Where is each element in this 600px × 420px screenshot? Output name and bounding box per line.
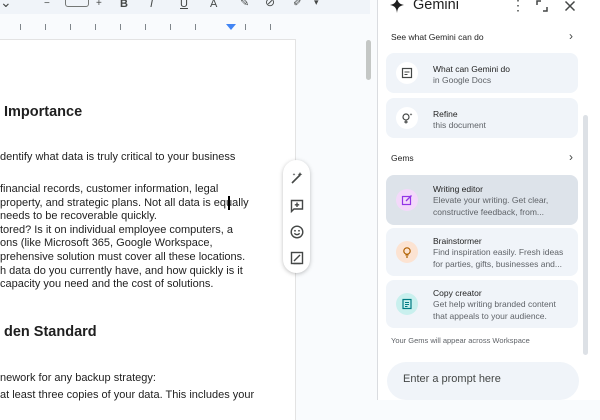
card-refine[interactable]: Refine this document (386, 98, 578, 138)
heading-golden-standard: den Standard (4, 324, 97, 340)
lightbulb-icon (396, 241, 418, 263)
writing-editor-icon (396, 189, 418, 211)
gem-description-line: for parties, gifts, businesses and... (433, 258, 562, 269)
card-description: in Google Docs (433, 75, 492, 85)
doc-line: nework for any backup strategy: (0, 372, 156, 384)
card-description: this document (433, 120, 486, 130)
panel-scrollbar[interactable] (583, 115, 588, 355)
doc-line: property, and strategic plans. Not all d… (0, 196, 249, 209)
gem-title: Brainstormer (433, 236, 482, 246)
document-scrollbar[interactable] (366, 40, 371, 80)
doc-line: needs to be recoverable quickly. (0, 210, 157, 223)
card-title: What can Gemini do (433, 64, 511, 74)
emoji-reaction-icon[interactable] (289, 224, 305, 240)
ruler (0, 14, 370, 38)
doc-line: capacity you need and the cost of soluti… (0, 278, 214, 291)
font-size-box[interactable] (65, 0, 89, 7)
gems-label[interactable]: Gems (391, 153, 414, 163)
doc-line: tored? Is it on individual employee comp… (0, 223, 233, 236)
gem-brainstormer[interactable]: Brainstormer Find inspiration easily. Fr… (386, 228, 578, 276)
edit-mode-caret-icon[interactable]: ▾ (314, 0, 319, 9)
text-color-icon[interactable]: A (210, 0, 217, 11)
magic-edit-icon[interactable] (289, 170, 305, 186)
minus-icon[interactable]: − (44, 0, 50, 11)
gemini-sparkle-icon (389, 0, 405, 19)
card-what-can-gemini-do[interactable]: What can Gemini do in Google Docs (386, 53, 578, 93)
dropdown-caret-icon[interactable]: ⌄ (0, 0, 12, 9)
doc-line: at least three copies of your data. This… (0, 389, 255, 401)
ruler-tick (120, 24, 121, 30)
ruler-tick (270, 24, 271, 30)
ruler-tick (20, 24, 21, 30)
more-options-icon[interactable]: ⋮ (511, 0, 525, 12)
gem-description-line: Elevate your writing. Get clear, (433, 195, 549, 205)
doc-line: dentify what data is truly critical to y… (0, 151, 236, 163)
gem-copy-creator[interactable]: Copy creator Get help writing branded co… (386, 280, 578, 328)
doc-line: financial records, customer information,… (0, 183, 219, 195)
gemini-panel: Gemini ⋮ See what Gemini can do › What c… (377, 0, 600, 400)
gemini-title: Gemini (413, 0, 459, 13)
chevron-right-icon[interactable]: › (569, 29, 573, 43)
gem-description-line: that appeals to your audience. (433, 310, 547, 321)
docs-toolbar: ⌄ − + B I U A ✎ ⊘ ✐ ▾ ⌃ (0, 0, 370, 14)
close-icon[interactable] (564, 0, 576, 17)
heading-importance: Importance (4, 104, 83, 120)
gem-title: Copy creator (433, 288, 482, 298)
doc-line: prehensive solution must cover all these… (0, 251, 246, 263)
document-page[interactable]: Importance dentify what data is truly cr… (0, 40, 295, 420)
add-comment-icon[interactable] (289, 198, 305, 214)
right-indent-marker[interactable] (226, 24, 236, 30)
text-cursor (228, 196, 230, 210)
insert-link-icon[interactable]: ⊘ (265, 0, 275, 9)
card-title: Refine (433, 109, 458, 119)
chevron-right-icon[interactable]: › (569, 150, 573, 164)
ruler-tick (245, 24, 246, 30)
doc-line: ons (like Microsoft 365, Google Workspac… (0, 237, 213, 250)
ruler-tick (145, 24, 146, 30)
expand-icon[interactable] (536, 0, 548, 17)
floating-action-bar (283, 160, 310, 273)
ruler-tick (45, 24, 46, 30)
prompt-box[interactable] (387, 362, 579, 400)
gem-description-line: Find inspiration easily. Fresh ideas (433, 247, 564, 257)
bold-icon[interactable]: B (120, 0, 128, 11)
gem-writing-editor[interactable]: Writing editor Elevate your writing. Get… (386, 175, 578, 225)
ruler-tick (195, 24, 196, 30)
refine-wand-icon (396, 107, 418, 129)
underline-icon[interactable]: U (180, 0, 188, 11)
ruler-tick (95, 24, 96, 30)
gems-footer-note: Your Gems will appear across Workspace (391, 336, 530, 345)
ruler-tick (70, 24, 71, 30)
highlight-icon[interactable]: ✎ (240, 0, 249, 10)
plus-icon[interactable]: + (96, 0, 102, 11)
gem-title: Writing editor (433, 184, 483, 194)
gemini-header: Gemini ⋮ (378, 0, 600, 24)
prompt-input[interactable] (401, 372, 565, 386)
italic-icon[interactable]: I (150, 0, 153, 11)
see-what-gemini-can-do-label[interactable]: See what Gemini can do (391, 32, 484, 42)
collapse-toolbar-icon[interactable]: ⌃ (340, 0, 350, 8)
gem-description-line: constructive feedback, from... (433, 206, 545, 217)
doc-line: h data do you currently have, and how qu… (0, 264, 243, 277)
suggest-edit-icon[interactable] (289, 250, 305, 266)
doc-sparkle-icon (396, 62, 418, 84)
copy-creator-icon (396, 293, 418, 315)
edit-pen-icon[interactable]: ✐ (293, 0, 302, 10)
gem-description-line: Get help writing branded content (433, 299, 556, 309)
ruler-tick (170, 24, 171, 30)
